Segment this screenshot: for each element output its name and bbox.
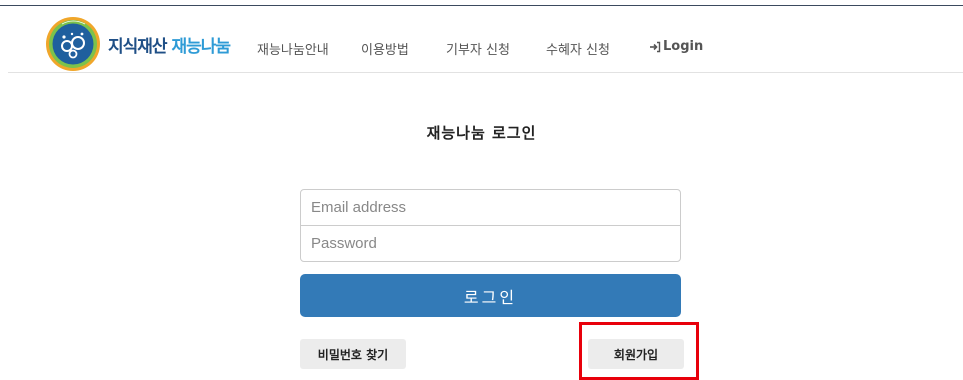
- login-label: Login: [663, 39, 704, 54]
- nav-item-guide[interactable]: 재능나눔안내: [257, 39, 329, 58]
- sign-in-icon: [650, 41, 661, 52]
- nav-divider: [8, 72, 963, 73]
- nav-item-recipient-apply[interactable]: 수혜자 신청: [546, 39, 610, 58]
- brand-name-part1: 지식재산: [108, 37, 168, 57]
- nav-item-how-to-use[interactable]: 이용방법: [361, 39, 409, 58]
- brand-name-part2: 재능나눔: [171, 37, 231, 57]
- page-title: 재능나눔 로그인: [426, 124, 537, 142]
- password-field[interactable]: [300, 225, 681, 262]
- email-field[interactable]: [300, 189, 681, 226]
- login-button[interactable]: 로그인: [300, 274, 681, 317]
- signup-button[interactable]: 회원가입: [588, 339, 684, 369]
- nav-item-login[interactable]: Login: [649, 39, 703, 54]
- logo-icon[interactable]: [45, 16, 101, 72]
- navbar: 지식재산 재능나눔 재능나눔안내 이용방법 기부자 신청 수혜자 신청 Logi…: [0, 6, 963, 74]
- find-password-button[interactable]: 비밀번호 찾기: [300, 339, 406, 369]
- brand-name[interactable]: 지식재산 재능나눔: [108, 32, 231, 57]
- nav-item-donor-apply[interactable]: 기부자 신청: [446, 39, 510, 58]
